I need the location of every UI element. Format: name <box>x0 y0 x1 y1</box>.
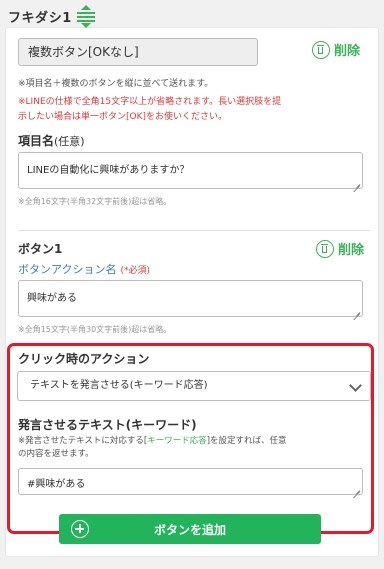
plus-circle-icon <box>71 520 89 538</box>
type-info-note: ※項目名＋複数のボタンを縦に並べて送れます。 <box>18 79 214 89</box>
required-mark: (*必須) <box>120 266 150 276</box>
trash-icon <box>316 239 334 258</box>
button1-label: ボタン1 <box>18 242 63 256</box>
button-action-name-input[interactable]: 興味がある <box>18 280 363 317</box>
drag-handle-icon[interactable] <box>76 5 95 28</box>
highlight-frame <box>7 343 374 534</box>
button-action-name-label: ボタンアクション名 (*必須) <box>18 263 150 276</box>
resize-handle-icon[interactable] <box>352 306 360 314</box>
warning-note-line1: ※LINEの仕様で全角15文字以上が省略されます。長い選択肢を提 <box>18 97 282 107</box>
delete-button1-button[interactable]: 削除 <box>316 239 364 258</box>
item-name-hint: ※全角16文字(半角32文字前後)超は省略。 <box>18 197 172 206</box>
balloon-header: フキダシ1 <box>8 4 95 28</box>
balloon-card: 複数ボタン[OKなし] 削除 ※項目名＋複数のボタンを縦に並べて送れます。 ※L… <box>6 28 378 556</box>
warning-note-line2: 示したい場合は単一ボタン[OK]をお使いください。 <box>18 112 228 122</box>
item-name-input[interactable]: LINEの自動化に興味がありますか？ <box>18 152 363 189</box>
balloon-title: フキダシ1 <box>8 10 72 26</box>
trash-icon <box>312 40 330 59</box>
delete-balloon-button[interactable]: 削除 <box>312 40 360 59</box>
item-name-label: 項目名(任意) <box>18 134 85 148</box>
add-button-button[interactable]: ボタンを追加 <box>59 514 321 544</box>
resize-handle-icon[interactable] <box>352 178 360 186</box>
message-type-field[interactable]: 複数ボタン[OKなし] <box>18 38 258 66</box>
add-button-label: ボタンを追加 <box>153 522 226 537</box>
delete-label: 削除 <box>334 44 361 59</box>
divider <box>18 230 370 231</box>
delete-label: 削除 <box>338 243 365 258</box>
button-name-hint: ※全角15文字(半角30文字前後)超は省略。 <box>18 325 172 334</box>
